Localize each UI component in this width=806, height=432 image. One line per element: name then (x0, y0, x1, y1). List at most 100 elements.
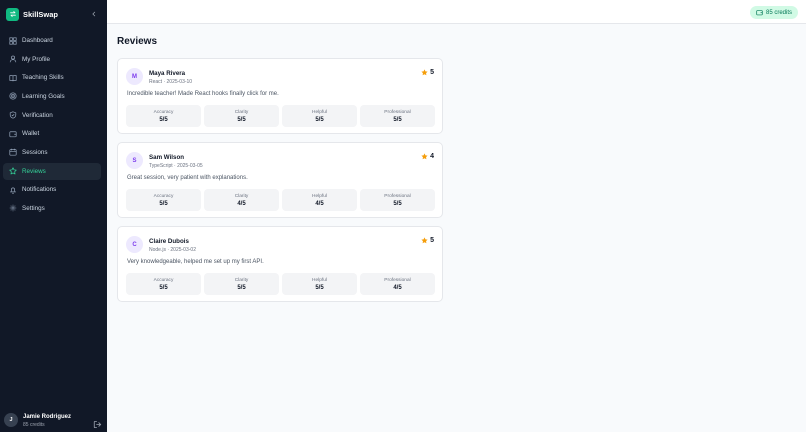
metric-professional: Professional 5/5 (360, 189, 435, 211)
sidebar-item-dashboard[interactable]: Dashboard (3, 32, 101, 49)
review-rating: 4 (421, 153, 434, 160)
logo-icon (6, 7, 19, 21)
metric-clarity: Clarity 5/5 (204, 273, 279, 295)
sidebar-item-notifications[interactable]: Notifications (3, 181, 101, 198)
user-name: Jamie Rodriguez (23, 414, 72, 420)
review-rating: 5 (421, 237, 434, 244)
reviewer-avatar: M (126, 68, 143, 85)
gear-icon (9, 205, 17, 212)
sidebar-item-label: My Profile (22, 55, 50, 63)
metric-label: Professional (384, 193, 411, 199)
review-meta: TypeScript · 2025-03-05 (149, 163, 203, 169)
metric-label: Accuracy (153, 277, 174, 283)
user-panel: J Jamie Rodriguez 85 credits (4, 411, 104, 431)
metric-label: Accuracy (153, 109, 174, 115)
review-metrics: Accuracy 5/5 Clarity 4/5 Helpful 4/5 Profes… (126, 189, 435, 211)
metric-label: Helpful (312, 193, 327, 199)
reviewer-avatar: C (126, 236, 143, 253)
review-metrics: Accuracy 5/5 Clarity 5/5 Helpful 5/5 Profes… (126, 273, 435, 295)
sidebar: SkillSwap Dashboard My Profile Teaching … (0, 0, 107, 432)
sidebar-item-learning-goals[interactable]: Learning Goals (3, 88, 101, 105)
review-meta: Node.js · 2025-03-02 (149, 247, 196, 253)
book-icon (9, 75, 17, 82)
metric-helpful: Helpful 4/5 (282, 189, 357, 211)
review-rating: 5 (421, 69, 434, 76)
metric-value: 5/5 (393, 116, 402, 123)
metric-label: Clarity (234, 193, 249, 199)
metric-helpful: Helpful 5/5 (282, 273, 357, 295)
metric-label: Professional (384, 109, 411, 115)
sidebar-item-label: Learning Goals (22, 92, 65, 100)
rating-value: 4 (430, 153, 434, 160)
metric-value: 5/5 (315, 116, 324, 123)
reviewer-name: Sam Wilson (149, 154, 185, 161)
target-icon (9, 92, 17, 101)
sidebar-item-label: Settings (22, 204, 45, 212)
metric-label: Helpful (312, 109, 327, 115)
reviewer-name: Claire Dubois (149, 238, 189, 245)
metric-label: Accuracy (153, 193, 174, 199)
shield-icon (9, 111, 17, 119)
star-icon (421, 69, 428, 76)
brand[interactable]: SkillSwap (6, 7, 58, 21)
calendar-icon (9, 149, 17, 156)
metric-label: Helpful (312, 277, 327, 283)
metric-value: 5/5 (315, 284, 324, 291)
sidebar-item-label: Dashboard (22, 37, 53, 44)
metric-value: 5/5 (237, 116, 246, 123)
metric-value: 5/5 (159, 284, 168, 291)
sidebar-item-label: Sessions (22, 148, 48, 156)
reviewer-avatar: S (126, 152, 143, 169)
sidebar-item-settings[interactable]: Settings (3, 200, 101, 217)
metric-value: 5/5 (237, 284, 246, 291)
review-card: M Maya Rivera React · 2025-03-10 5 Incre… (117, 58, 443, 134)
review-comment: Very knowledgeable, helped me set up my … (127, 259, 264, 265)
metric-value: 4/5 (393, 284, 402, 291)
collapse-sidebar-button[interactable] (88, 8, 100, 20)
metric-label: Clarity (234, 277, 249, 283)
avatar[interactable]: J (4, 413, 18, 427)
star-icon (421, 153, 428, 160)
reviewer-name: Maya Rivera (149, 70, 186, 77)
sidebar-item-reviews[interactable]: Reviews (3, 162, 101, 180)
credits-badge[interactable]: 85 credits (749, 6, 798, 19)
topbar: 85 credits (107, 0, 806, 24)
star-icon (9, 167, 17, 175)
main-content: Reviews M Maya Rivera React · 2025-03-10… (117, 36, 443, 310)
metric-professional: Professional 5/5 (360, 105, 435, 127)
sidebar-item-teaching-skills[interactable]: Teaching Skills (3, 69, 101, 86)
metric-clarity: Clarity 5/5 (204, 105, 279, 127)
sidebar-item-sessions[interactable]: Sessions (3, 144, 101, 161)
logout-button[interactable] (93, 416, 102, 429)
sidebar-item-my-profile[interactable]: My Profile (3, 51, 101, 68)
metric-value: 4/5 (315, 200, 324, 207)
review-comment: Incredible teacher! Made React hooks fin… (127, 91, 279, 97)
sidebar-item-label: Notifications (22, 186, 57, 194)
metric-label: Clarity (234, 109, 249, 115)
sidebar-item-label: Teaching Skills (22, 74, 64, 82)
review-meta: React · 2025-03-10 (149, 79, 193, 85)
metric-accuracy: Accuracy 5/5 (126, 273, 201, 295)
user-icon (9, 55, 17, 63)
metric-label: Professional (384, 277, 411, 283)
sidebar-item-verification[interactable]: Verification (3, 107, 101, 124)
wallet-icon (756, 10, 763, 16)
chevron-left-icon (92, 11, 96, 17)
metric-helpful: Helpful 5/5 (282, 105, 357, 127)
metric-value: 5/5 (393, 200, 402, 207)
sidebar-item-label: Reviews (22, 167, 46, 175)
logout-icon (93, 420, 102, 429)
review-card: S Sam Wilson TypeScript · 2025-03-05 4 G… (117, 142, 443, 218)
metric-value: 5/5 (159, 116, 168, 123)
star-icon (421, 237, 428, 244)
bell-icon (9, 187, 17, 194)
metric-accuracy: Accuracy 5/5 (126, 189, 201, 211)
sidebar-item-wallet[interactable]: Wallet (3, 125, 101, 142)
sidebar-nav: Dashboard My Profile Teaching Skills Lea… (3, 32, 101, 219)
review-comment: Great session, very patient with explana… (127, 175, 248, 181)
credits-label: 85 credits (765, 9, 792, 16)
page-title: Reviews (117, 36, 158, 47)
review-card: C Claire Dubois Node.js · 2025-03-02 5 V… (117, 226, 443, 302)
metric-professional: Professional 4/5 (360, 273, 435, 295)
rating-value: 5 (430, 237, 434, 244)
